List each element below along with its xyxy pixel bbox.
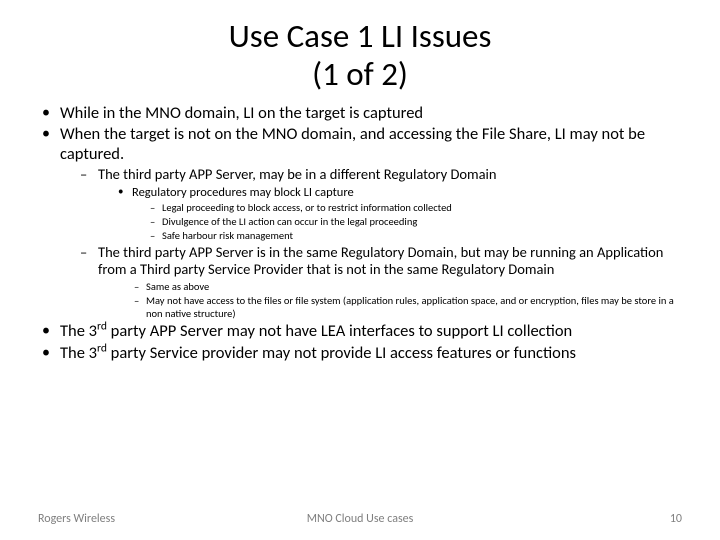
bullet-item: May not have access to the files or file… bbox=[132, 294, 682, 320]
slide-title: Use Case 1 LI Issues (1 of 2) bbox=[38, 18, 682, 94]
bullet-item: The 3rd party APP Server may not have LE… bbox=[38, 322, 682, 341]
bullet-item: Same as above bbox=[132, 280, 682, 293]
bullet-text: The third party APP Server, may be in a … bbox=[98, 165, 497, 183]
bullet-text: Regulatory procedures may block LI captu… bbox=[132, 185, 354, 200]
bullet-item: Legal proceeding to block access, or to … bbox=[148, 201, 682, 214]
bullet-text: Safe harbour risk management bbox=[162, 229, 293, 242]
bullet-item: When the target is not on the MNO domain… bbox=[38, 125, 682, 320]
slide-number: 10 bbox=[670, 512, 682, 526]
bullet-text: The 3rd party APP Server may not have LE… bbox=[60, 321, 572, 341]
bullet-text: Same as above bbox=[146, 280, 209, 293]
bullet-item: The 3rd party Service provider may not p… bbox=[38, 344, 682, 363]
bullet-text: The 3rd party Service provider may not p… bbox=[60, 343, 576, 363]
bullet-text: When the target is not on the MNO domain… bbox=[60, 124, 645, 163]
title-line-2: (1 of 2) bbox=[312, 54, 408, 94]
bullet-text: The third party APP Server is in the sam… bbox=[98, 243, 663, 278]
bullet-text: While in the MNO domain, LI on the targe… bbox=[60, 103, 423, 123]
bullet-item: Regulatory procedures may block LI captu… bbox=[116, 185, 682, 242]
slide-footer: Rogers Wireless MNO Cloud Use cases 10 bbox=[0, 512, 720, 526]
bullet-item: The third party APP Server, may be in a … bbox=[78, 166, 682, 242]
bullet-item: Divulgence of the LI action can occur in… bbox=[148, 215, 682, 228]
slide: Use Case 1 LI Issues (1 of 2) While in t… bbox=[0, 0, 720, 540]
bullet-item: While in the MNO domain, LI on the targe… bbox=[38, 104, 682, 123]
footer-left: Rogers Wireless bbox=[38, 512, 115, 526]
bullet-text: Divulgence of the LI action can occur in… bbox=[162, 215, 417, 228]
bullet-text: Legal proceeding to block access, or to … bbox=[162, 201, 452, 214]
bullet-list: While in the MNO domain, LI on the targe… bbox=[38, 104, 682, 363]
bullet-item: The third party APP Server is in the sam… bbox=[78, 244, 682, 320]
footer-center: MNO Cloud Use cases bbox=[38, 512, 682, 526]
title-line-1: Use Case 1 LI Issues bbox=[229, 16, 492, 56]
bullet-item: Safe harbour risk management bbox=[148, 229, 682, 242]
bullet-text: May not have access to the files or file… bbox=[146, 294, 674, 320]
